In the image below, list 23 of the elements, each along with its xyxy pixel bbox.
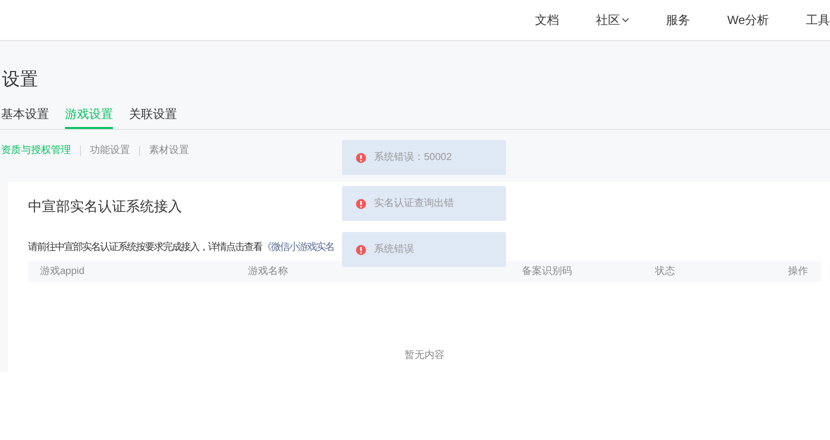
tab[interactable]: 关联设置 — [129, 105, 177, 129]
error-icon — [356, 152, 366, 162]
guide-link[interactable]: 《微信小游戏实名 — [262, 240, 334, 255]
nav-link[interactable]: 社区 — [596, 11, 630, 29]
error-message: 系统错误：50002 — [374, 150, 452, 165]
column-header: 游戏名称 — [248, 264, 289, 279]
nav-link[interactable]: We分析 — [727, 11, 769, 29]
empty-text: 暂无内容 — [404, 348, 444, 363]
page-title: 设置 — [1, 68, 39, 91]
error-icon — [356, 244, 366, 254]
tab[interactable]: 基本设置 — [1, 105, 49, 129]
nav-link[interactable]: 工具 — [806, 11, 830, 29]
error-message: 系统错误 — [374, 242, 414, 257]
notice-text: 请前往中宣部实名认证系统按要求完成接入，详情点击查看 — [28, 240, 262, 255]
column-header: 游戏appid — [39, 264, 86, 279]
nav-link[interactable]: 文档 — [535, 11, 560, 29]
error-message: 实名认证查询出错 — [374, 196, 454, 211]
error-icon — [356, 198, 366, 208]
column-header: 状态 — [655, 264, 676, 279]
nav-link[interactable]: 服务 — [666, 11, 690, 29]
column-header: 备案识别码 — [522, 264, 573, 279]
card-title: 中宣部实名认证系统接入 — [28, 197, 182, 216]
column-header: 操作 — [788, 265, 809, 279]
